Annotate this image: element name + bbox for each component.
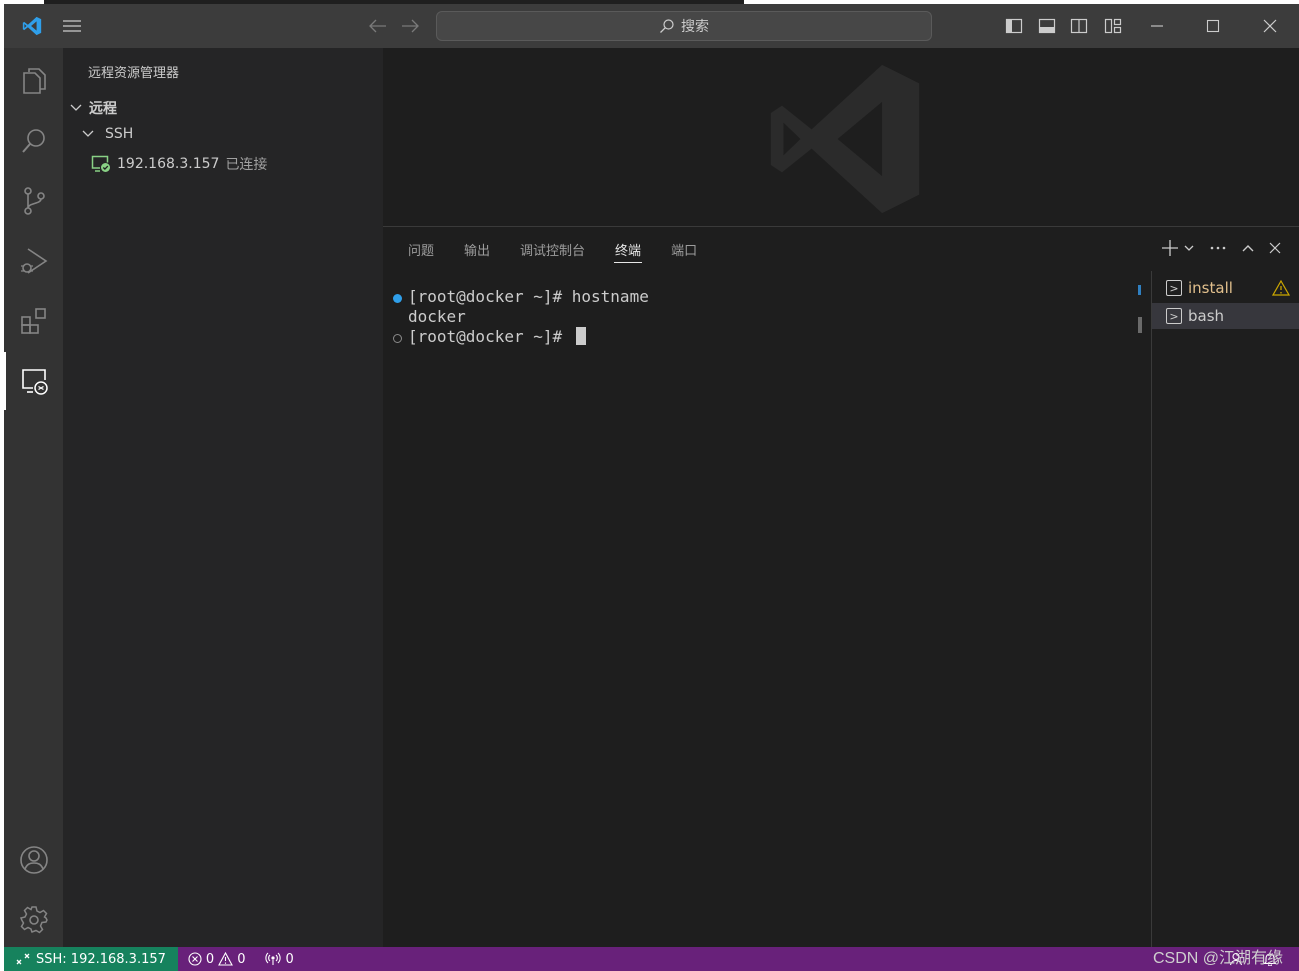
tab-problems[interactable]: 问题 bbox=[393, 227, 449, 271]
close-icon[interactable] bbox=[1255, 4, 1285, 48]
more-actions-icon[interactable] bbox=[1209, 245, 1227, 251]
broadcast-icon bbox=[265, 952, 282, 965]
source-control-icon[interactable] bbox=[4, 172, 63, 230]
terminal-tab-bash[interactable]: > bash bbox=[1152, 303, 1299, 329]
ssh-host-status: 已连接 bbox=[225, 157, 268, 173]
maximize-panel-chevron-up-icon[interactable] bbox=[1241, 241, 1255, 255]
vscode-window: 搜索 远程资源管理器 远程 SSH 192.168.3.157 已连接 问题 输… bbox=[4, 4, 1299, 971]
search-placeholder: 搜索 bbox=[681, 19, 709, 35]
terminal-command: hostname bbox=[571, 287, 649, 306]
close-panel-icon[interactable] bbox=[1269, 242, 1281, 254]
editor-area bbox=[383, 48, 1299, 226]
extensions-icon[interactable] bbox=[4, 292, 63, 350]
maximize-icon[interactable] bbox=[1198, 4, 1228, 48]
terminal-cursor bbox=[575, 327, 586, 345]
ssh-host-item[interactable]: 192.168.3.157 已连接 bbox=[91, 154, 267, 174]
chevron-down-icon[interactable] bbox=[1183, 242, 1195, 254]
warning-icon bbox=[1272, 280, 1290, 296]
group-ssh[interactable]: SSH bbox=[81, 126, 133, 142]
tab-ports[interactable]: 端口 bbox=[656, 227, 712, 271]
terminal-icon: > bbox=[1166, 280, 1182, 296]
terminal-prompt: [root@docker ~]# bbox=[408, 327, 572, 346]
terminal-line-1: [root@docker ~]# hostname bbox=[408, 287, 649, 306]
section-remote-label: 远程 bbox=[89, 101, 117, 117]
section-remote[interactable]: 远程 bbox=[69, 98, 117, 118]
panel-tabs: 问题 输出 调试控制台 终端 端口 bbox=[393, 227, 712, 271]
warning-icon bbox=[218, 952, 234, 966]
terminal-tab-install[interactable]: > install bbox=[1152, 275, 1299, 301]
minimize-icon[interactable] bbox=[1142, 4, 1172, 48]
toggle-primary-sidebar-icon[interactable] bbox=[1002, 4, 1026, 48]
terminal-prompt: [root@docker ~]# bbox=[408, 287, 572, 306]
activity-bar bbox=[4, 48, 63, 947]
command-center-search[interactable]: 搜索 bbox=[436, 11, 932, 41]
back-arrow-icon[interactable] bbox=[366, 4, 390, 48]
search-icon[interactable] bbox=[4, 112, 63, 170]
terminal-output[interactable]: [root@docker ~]# hostname docker [root@d… bbox=[383, 281, 1149, 941]
remote-label: SSH: 192.168.3.157 bbox=[36, 951, 166, 967]
title-bar: 搜索 bbox=[4, 4, 1299, 48]
remote-icon bbox=[16, 953, 30, 965]
tab-terminal[interactable]: 终端 bbox=[600, 227, 656, 271]
chevron-down-icon bbox=[70, 104, 82, 111]
tab-output[interactable]: 输出 bbox=[449, 227, 505, 271]
explorer-icon[interactable] bbox=[4, 52, 63, 110]
terminal-tabs-list: > install > bash bbox=[1151, 271, 1299, 948]
menu-icon[interactable] bbox=[56, 4, 88, 48]
remote-indicator[interactable]: SSH: 192.168.3.157 bbox=[4, 947, 178, 971]
connected-host-icon bbox=[91, 155, 110, 172]
csdn-watermark: CSDN @江湖有缘 bbox=[1152, 950, 1283, 967]
terminal-line-3: [root@docker ~]# bbox=[408, 327, 586, 346]
ports-count: 0 bbox=[285, 951, 294, 967]
error-icon bbox=[188, 952, 202, 966]
vscode-watermark-logo-icon bbox=[770, 64, 920, 214]
accounts-icon[interactable] bbox=[4, 831, 63, 889]
terminal-scrollbar[interactable] bbox=[1138, 317, 1142, 333]
chevron-down-icon bbox=[82, 130, 94, 137]
panel-actions bbox=[1161, 239, 1281, 257]
ssh-host-label: 192.168.3.157 bbox=[117, 156, 220, 172]
problems-indicator[interactable]: 0 0 bbox=[178, 952, 256, 967]
customize-layout-icon[interactable] bbox=[1101, 4, 1125, 48]
command-success-decoration bbox=[393, 294, 402, 303]
terminal-tab-label: install bbox=[1188, 279, 1233, 297]
terminal-icon: > bbox=[1166, 308, 1182, 324]
vscode-logo-icon bbox=[12, 4, 52, 48]
warning-count: 0 bbox=[237, 951, 246, 967]
bottom-panel: 问题 输出 调试控制台 终端 端口 [root@docker ~]# hostn… bbox=[383, 226, 1299, 948]
settings-gear-icon[interactable] bbox=[4, 891, 63, 949]
error-count: 0 bbox=[205, 951, 215, 967]
overview-ruler-mark bbox=[1138, 285, 1141, 295]
status-bar: SSH: 192.168.3.157 0 0 0 bbox=[4, 947, 1299, 971]
terminal-line-2: docker bbox=[408, 307, 466, 326]
search-icon bbox=[660, 19, 674, 33]
toggle-secondary-sidebar-icon[interactable] bbox=[1067, 4, 1091, 48]
run-debug-icon[interactable] bbox=[4, 232, 63, 290]
ports-indicator[interactable]: 0 bbox=[255, 952, 303, 967]
tab-debug-console[interactable]: 调试控制台 bbox=[505, 227, 600, 271]
remote-explorer-icon[interactable] bbox=[4, 352, 63, 410]
new-terminal-plus-icon[interactable] bbox=[1161, 239, 1179, 257]
terminal-tab-label: bash bbox=[1188, 307, 1225, 325]
remote-explorer-sidebar: 远程资源管理器 远程 SSH 192.168.3.157 已连接 bbox=[63, 48, 383, 947]
group-ssh-label: SSH bbox=[105, 126, 134, 142]
forward-arrow-icon[interactable] bbox=[398, 4, 422, 48]
sidebar-title: 远程资源管理器 bbox=[88, 66, 180, 81]
command-pending-decoration bbox=[393, 334, 402, 343]
toggle-panel-icon[interactable] bbox=[1035, 4, 1059, 48]
